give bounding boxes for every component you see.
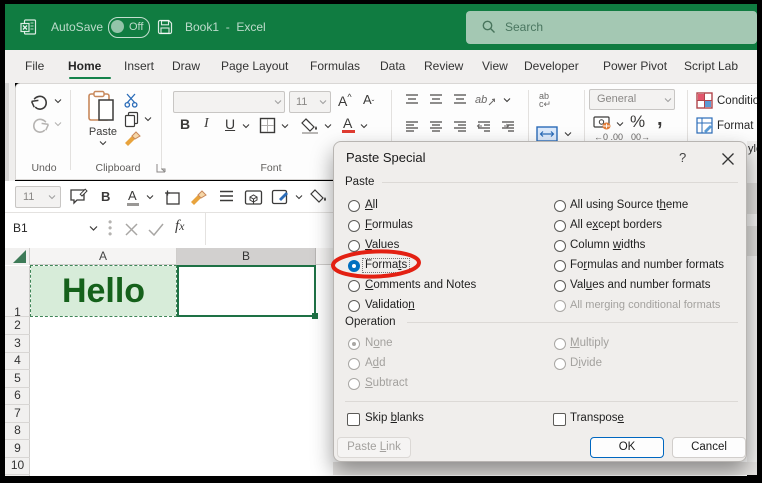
svg-text:ab: ab <box>475 94 487 106</box>
